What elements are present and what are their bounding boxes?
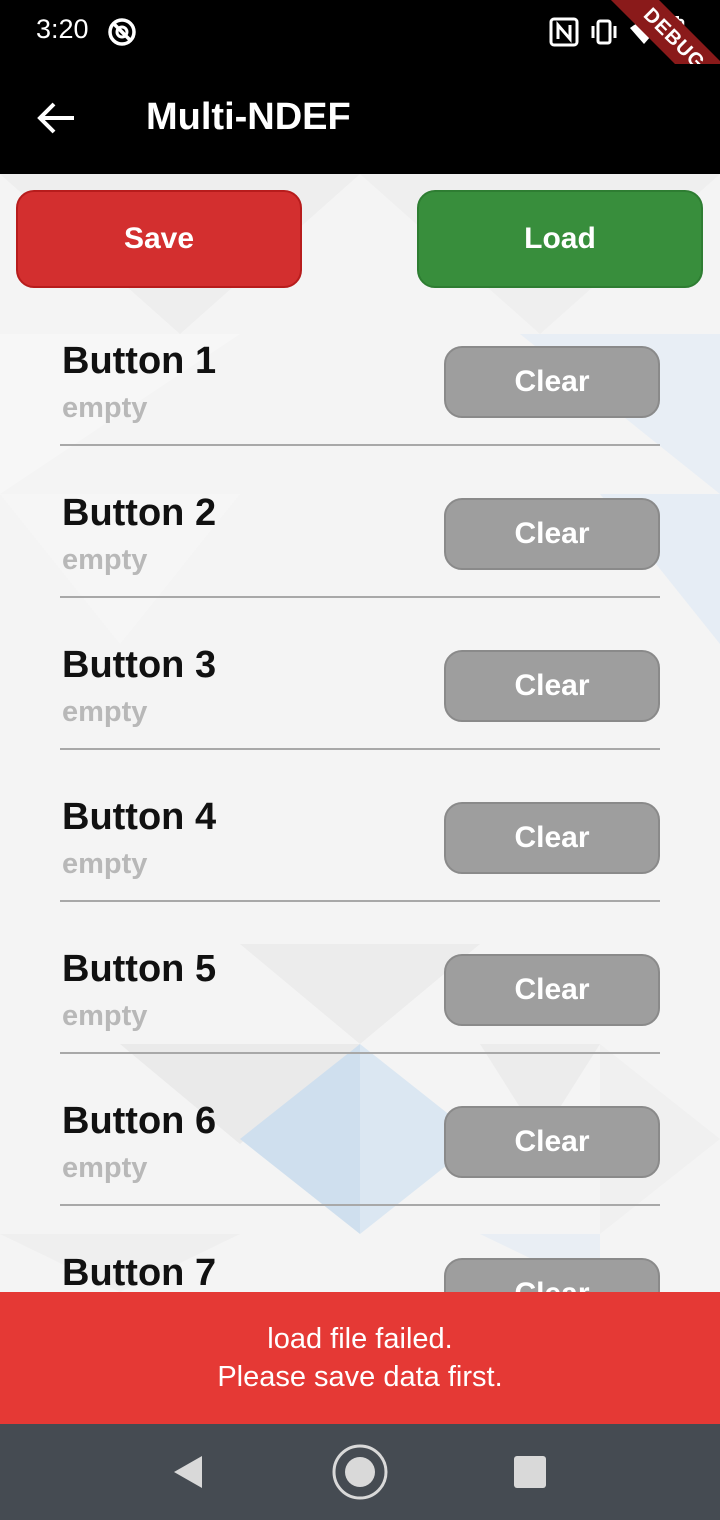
snackbar-line-1: load file failed. xyxy=(267,1323,453,1355)
snackbar-line-2: Please save data first. xyxy=(217,1361,503,1393)
list-item: Button 2 empty Clear xyxy=(0,472,720,624)
clear-button[interactable]: Clear xyxy=(444,498,660,570)
item-title: Button 3 xyxy=(62,644,217,686)
list-item: Button 3 empty Clear xyxy=(0,624,720,776)
at-sign-icon xyxy=(108,18,136,46)
nfc-icon xyxy=(549,17,579,47)
error-snackbar: load file failed. Please save data first… xyxy=(0,1292,720,1424)
item-status: empty xyxy=(62,696,148,728)
item-status: empty xyxy=(62,392,148,424)
app-bar: Multi-NDEF xyxy=(0,64,720,174)
divider xyxy=(60,1204,660,1206)
button-list: Button 1 empty Clear Button 2 empty Clea… xyxy=(0,320,720,1292)
item-title: Button 1 xyxy=(62,340,217,382)
list-item: Button 4 empty Clear xyxy=(0,776,720,928)
list-item: Button 6 empty Clear xyxy=(0,1080,720,1232)
status-time: 3:20 xyxy=(36,14,89,44)
clear-button[interactable]: Clear xyxy=(444,802,660,874)
page-title: Multi-NDEF xyxy=(146,96,351,138)
navigation-bar xyxy=(0,1424,720,1520)
clear-button[interactable]: Clear xyxy=(444,1106,660,1178)
vibrate-icon xyxy=(591,19,617,45)
back-triangle-icon[interactable] xyxy=(158,1442,218,1502)
item-status: empty xyxy=(62,848,148,880)
divider xyxy=(60,596,660,598)
arrow-left-icon[interactable] xyxy=(34,96,78,140)
clear-button[interactable]: Clear xyxy=(444,346,660,418)
item-status: empty xyxy=(62,1000,148,1032)
item-status: empty xyxy=(62,1152,148,1184)
home-circle-icon[interactable] xyxy=(330,1442,390,1502)
divider xyxy=(60,900,660,902)
divider xyxy=(60,748,660,750)
item-title: Button 4 xyxy=(62,796,217,838)
clear-button[interactable]: Clear xyxy=(444,650,660,722)
recents-square-icon[interactable] xyxy=(500,1442,560,1502)
list-item: Button 5 empty Clear xyxy=(0,928,720,1080)
item-title: Button 6 xyxy=(62,1100,217,1142)
status-bar: 3:20 DEBUG xyxy=(0,0,720,129)
clear-button[interactable]: Clear xyxy=(444,954,660,1026)
divider xyxy=(60,1052,660,1054)
item-status: empty xyxy=(62,544,148,576)
load-button[interactable]: Load xyxy=(417,190,703,288)
item-title: Button 2 xyxy=(62,492,217,534)
save-button[interactable]: Save xyxy=(16,190,302,288)
divider xyxy=(60,444,660,446)
list-item: Button 1 empty Clear xyxy=(0,320,720,472)
list-item: Button 7 empty Clear xyxy=(0,1232,720,1292)
content-area: Save Load Button 1 empty Clear Button 2 … xyxy=(0,174,720,1292)
item-title: Button 7 xyxy=(62,1252,217,1292)
clear-button[interactable]: Clear xyxy=(444,1258,660,1292)
item-title: Button 5 xyxy=(62,948,217,990)
